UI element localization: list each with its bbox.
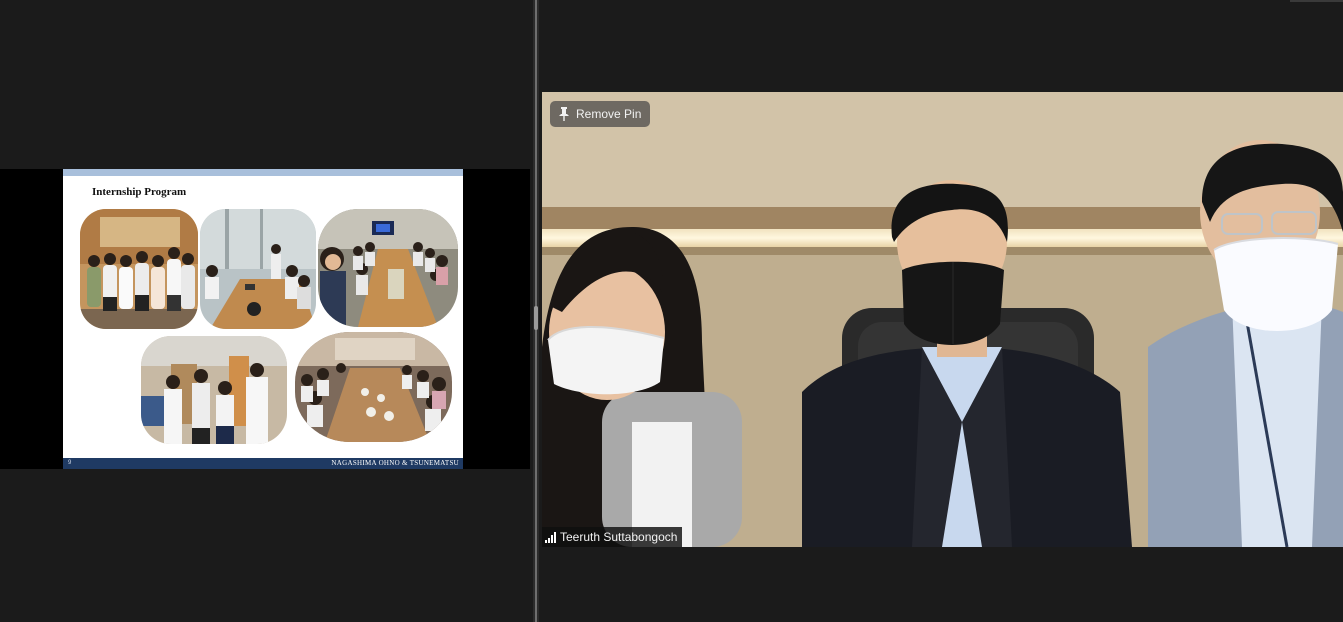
participant-name-tag: Teeruth Suttabongoch <box>542 527 683 547</box>
participant-name: Teeruth Suttabongoch <box>560 530 678 544</box>
pane-resize-handle[interactable] <box>534 306 538 330</box>
presentation-slide: Internship Program 9 NAGASHIMA OHNO & TS… <box>63 169 463 469</box>
slide-footer: 9 NAGASHIMA OHNO & TSUNEMATSU <box>63 458 463 469</box>
shared-screen-pane[interactable]: Internship Program 9 NAGASHIMA OHNO & TS… <box>0 0 533 622</box>
slide-photo-group-hallway <box>141 336 287 444</box>
slide-photo-meeting-room <box>200 209 316 329</box>
slide-photo-lunch-table <box>318 209 458 327</box>
signal-strength-icon <box>545 531 556 543</box>
slide-photo-dinner-table <box>295 332 452 442</box>
meeting-window: Internship Program 9 NAGASHIMA OHNO & TS… <box>0 0 1343 622</box>
participant-video-feed <box>542 92 1343 547</box>
slide-brand-logo: NAGASHIMA OHNO & TSUNEMATSU <box>331 459 459 467</box>
slide-page-number: 9 <box>68 460 72 466</box>
participant-video-tile[interactable]: Remove Pin Teeruth Suttabongoch <box>542 92 1343 547</box>
pin-icon <box>558 107 570 121</box>
top-toolbar-remnant-right <box>1290 0 1343 2</box>
remove-pin-button[interactable]: Remove Pin <box>550 101 651 127</box>
slide-title: Internship Program <box>92 186 187 198</box>
slide-header-bar <box>63 169 463 176</box>
remove-pin-label: Remove Pin <box>576 107 642 121</box>
slide-photo-group-office <box>80 209 198 329</box>
